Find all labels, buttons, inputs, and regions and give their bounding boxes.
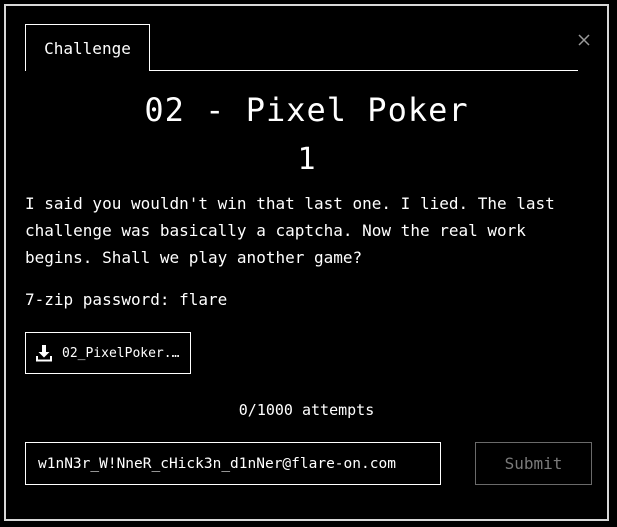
tab-divider [150, 70, 578, 71]
download-button[interactable]: 02_PixelPoker.7z [25, 332, 191, 374]
submit-button[interactable]: Submit [475, 442, 592, 485]
challenge-modal: Challenge 02 - Pixel Poker 1 I said you … [4, 4, 609, 521]
password-line: 7-zip password: flare [25, 290, 228, 309]
attempts-counter: 0/1000 attempts [238, 401, 375, 419]
close-icon[interactable] [576, 32, 592, 48]
challenge-description: I said you wouldn't win that last one. I… [25, 194, 555, 267]
tab-challenge[interactable]: Challenge [25, 24, 150, 71]
tab-challenge-label: Challenge [44, 38, 131, 58]
download-icon [36, 345, 52, 362]
challenge-points: 1 [297, 142, 316, 177]
download-filename: 02_PixelPoker.7z [62, 345, 186, 361]
flag-input[interactable] [25, 442, 441, 485]
challenge-title: 02 - Pixel Poker [144, 91, 469, 129]
